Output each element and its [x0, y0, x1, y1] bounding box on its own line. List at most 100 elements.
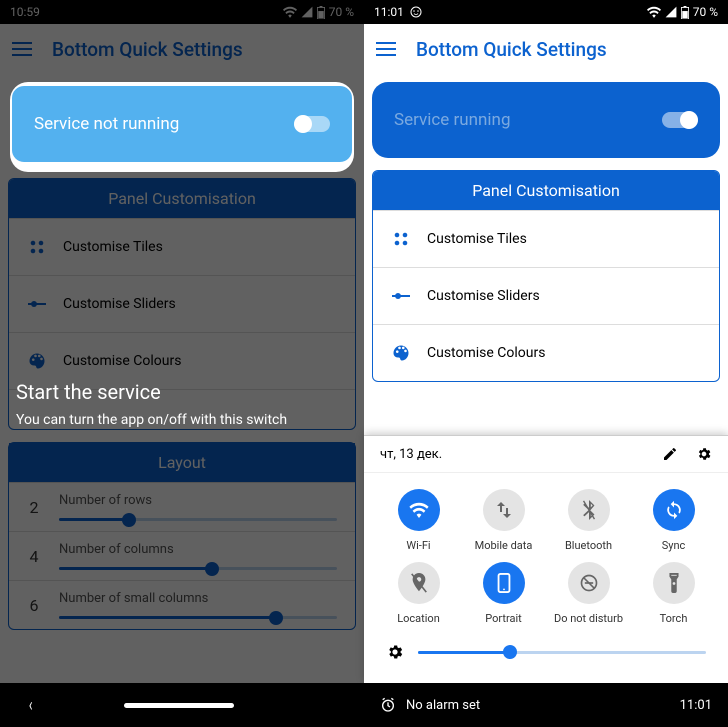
- layout-value: 2: [27, 498, 41, 517]
- layout-row-rows[interactable]: 2 Number of rows: [9, 482, 355, 531]
- qs-tile-portrait[interactable]: Portrait: [461, 562, 546, 625]
- row-label: Customise Tiles: [63, 239, 163, 255]
- mobile-data-icon: [483, 489, 525, 531]
- quick-settings-panel: чт, 13 дек. Wi-Fi Mobile data Bluetooth …: [364, 435, 728, 683]
- nav-bar: ‹: [0, 683, 364, 727]
- layout-label: Number of columns: [59, 542, 337, 557]
- tile-label: Wi-Fi: [406, 539, 430, 552]
- location-icon: [398, 562, 440, 604]
- tiles-icon: [391, 229, 411, 249]
- edit-icon[interactable]: [662, 446, 678, 462]
- qs-date: чт, 13 дек.: [380, 447, 442, 462]
- app-title: Bottom Quick Settings: [416, 38, 607, 61]
- layout-row-columns[interactable]: 4 Number of columns: [9, 531, 355, 580]
- app-title: Bottom Quick Settings: [52, 38, 243, 61]
- status-time: 10:59: [10, 5, 40, 19]
- colours-icon: [27, 351, 47, 371]
- qs-tile-bluetooth[interactable]: Bluetooth: [546, 489, 631, 552]
- service-switch[interactable]: [662, 112, 698, 128]
- layout-row-small-columns[interactable]: 6 Number of small columns: [9, 580, 355, 629]
- phone-right: 11:01 70 % Bottom Quick Settings Service…: [364, 0, 728, 727]
- layout-heading: Layout: [9, 443, 355, 482]
- layout-value: 4: [27, 547, 41, 566]
- status-right: 70 %: [647, 5, 718, 19]
- app-bar: Bottom Quick Settings: [364, 24, 728, 74]
- content-area: Service running Panel Customisation Cust…: [364, 74, 728, 390]
- layout-label: Number of small columns: [59, 591, 337, 606]
- tile-label: Bluetooth: [565, 539, 612, 552]
- customise-sliders-row[interactable]: Customise Sliders: [9, 275, 355, 332]
- sliders-icon: [391, 286, 411, 306]
- battery-icon: [681, 6, 689, 19]
- service-label: Service running: [394, 110, 511, 130]
- portrait-icon: [483, 562, 525, 604]
- signal-icon: [665, 6, 677, 18]
- row-label: Customise Sliders: [63, 296, 176, 312]
- layout-slider[interactable]: [59, 567, 337, 570]
- customise-tiles-row[interactable]: Customise Tiles: [9, 218, 355, 275]
- nav-recents-button[interactable]: [324, 699, 336, 711]
- row-label: Customise Sliders: [427, 288, 540, 304]
- app-bar: Bottom Quick Settings: [0, 24, 364, 74]
- panel-customisation-card: Panel Customisation Customise Tiles Cust…: [372, 170, 720, 382]
- layout-value: 6: [27, 596, 41, 615]
- status-bar: 10:59 70 %: [0, 0, 364, 24]
- wifi-icon: [398, 489, 440, 531]
- phone-left: 10:59 70 % Bottom Quick Settings Service…: [0, 0, 364, 727]
- tutorial-heading: Start the service: [16, 380, 348, 404]
- sliders-icon: [27, 294, 47, 314]
- torch-icon: [653, 562, 695, 604]
- qs-tile-sync[interactable]: Sync: [631, 489, 716, 552]
- qs-tile-mobile-data[interactable]: Mobile data: [461, 489, 546, 552]
- battery-icon: [317, 6, 325, 19]
- customise-sliders-row[interactable]: Customise Sliders: [373, 267, 719, 324]
- status-time: 11:01: [374, 5, 404, 19]
- settings-icon[interactable]: [696, 446, 712, 462]
- tutorial-spotlight: [10, 82, 354, 172]
- wifi-icon: [283, 6, 297, 18]
- menu-icon[interactable]: [12, 42, 32, 56]
- layout-slider[interactable]: [59, 616, 337, 619]
- layout-label: Number of rows: [59, 493, 337, 508]
- nav-home-button[interactable]: [124, 703, 234, 708]
- bluetooth-icon: [568, 489, 610, 531]
- alarm-bar: No alarm set 11:01: [364, 683, 728, 727]
- qs-tile-wifi[interactable]: Wi-Fi: [376, 489, 461, 552]
- menu-icon[interactable]: [376, 42, 396, 56]
- tile-label: Portrait: [485, 612, 522, 625]
- tutorial-body: You can turn the app on/off with this sw…: [16, 412, 348, 428]
- layout-slider[interactable]: [59, 518, 337, 521]
- qs-tile-grid: Wi-Fi Mobile data Bluetooth Sync Locatio…: [364, 473, 728, 633]
- tile-label: Mobile data: [475, 539, 533, 552]
- panel-heading: Panel Customisation: [373, 171, 719, 210]
- tiles-icon: [27, 237, 47, 257]
- status-right: 70 %: [283, 5, 354, 19]
- customise-tiles-row[interactable]: Customise Tiles: [373, 210, 719, 267]
- wifi-icon: [647, 6, 661, 18]
- qs-header: чт, 13 дек.: [364, 436, 728, 473]
- tile-label: Do not disturb: [554, 612, 623, 625]
- dnd-icon: [568, 562, 610, 604]
- sync-icon: [653, 489, 695, 531]
- qs-tile-location[interactable]: Location: [376, 562, 461, 625]
- row-label: Customise Colours: [63, 353, 181, 369]
- status-battery: 70 %: [693, 5, 718, 19]
- customise-colours-row[interactable]: Customise Colours: [373, 324, 719, 381]
- tutorial-text: Start the service You can turn the app o…: [16, 380, 348, 428]
- qs-tile-dnd[interactable]: Do not disturb: [546, 562, 631, 625]
- status-battery: 70 %: [329, 5, 354, 19]
- service-toggle-card[interactable]: Service running: [372, 82, 720, 158]
- tile-label: Location: [397, 612, 440, 625]
- row-label: Customise Colours: [427, 345, 545, 361]
- brightness-slider[interactable]: [418, 651, 706, 654]
- row-label: Customise Tiles: [427, 231, 527, 247]
- qs-tile-torch[interactable]: Torch: [631, 562, 716, 625]
- brightness-icon[interactable]: [386, 643, 404, 661]
- face-icon: [410, 6, 422, 18]
- tile-label: Torch: [660, 612, 688, 625]
- nav-back-button[interactable]: ‹: [29, 695, 33, 716]
- colours-icon: [391, 343, 411, 363]
- alarm-icon: [380, 697, 396, 713]
- status-bar: 11:01 70 %: [364, 0, 728, 24]
- brightness-slider-row: [364, 633, 728, 671]
